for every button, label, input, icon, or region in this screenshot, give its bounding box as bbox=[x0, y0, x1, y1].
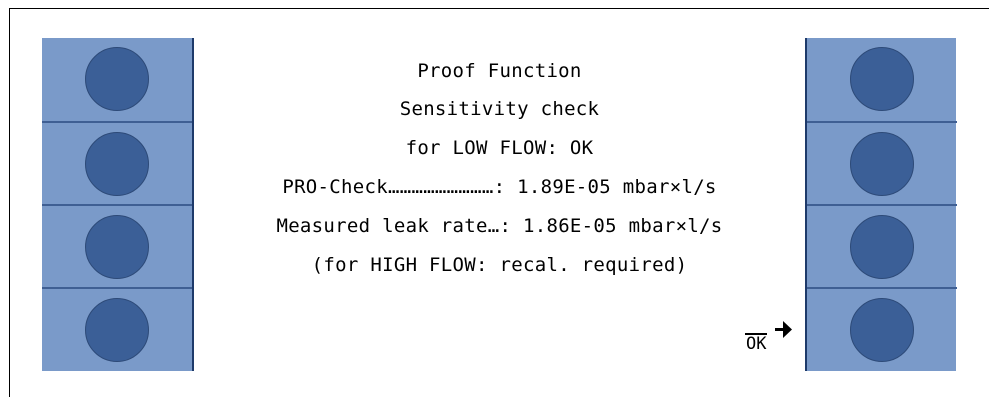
circle-button-icon bbox=[85, 214, 149, 279]
screen-subtitle: Sensitivity check bbox=[399, 98, 600, 120]
left-softkey-3[interactable] bbox=[42, 204, 192, 287]
screen-title: Proof Function bbox=[417, 60, 582, 82]
circle-button-icon bbox=[850, 46, 914, 111]
device-panel: Proof Function Sensitivity check for LOW… bbox=[42, 38, 957, 371]
right-softkey-3[interactable] bbox=[807, 204, 957, 287]
right-softkey-2[interactable] bbox=[807, 121, 957, 204]
circle-button-icon bbox=[85, 131, 149, 196]
arrow-right-icon bbox=[775, 321, 792, 338]
left-softkey-4[interactable] bbox=[42, 287, 192, 370]
high-flow-note: (for HIGH FLOW: recal. required) bbox=[311, 254, 688, 276]
circle-button-icon bbox=[850, 214, 914, 279]
circle-button-icon bbox=[85, 46, 149, 111]
right-softkey-column bbox=[807, 38, 957, 371]
low-flow-status: for LOW FLOW: OK bbox=[405, 137, 594, 159]
circle-button-icon bbox=[850, 131, 914, 196]
measured-leak-rate: Measured leak rate…: 1.86E-05 mbar×l/s bbox=[276, 215, 723, 237]
ok-label: OK bbox=[745, 333, 768, 354]
pro-check-value: PRO-Check………………………: 1.89E-05 mbar×l/s bbox=[282, 176, 717, 198]
right-softkey-4[interactable] bbox=[807, 287, 957, 370]
left-softkey-1[interactable] bbox=[42, 38, 192, 119]
circle-button-icon bbox=[85, 297, 149, 362]
display-screen: Proof Function Sensitivity check for LOW… bbox=[192, 38, 807, 371]
left-softkey-column bbox=[42, 38, 192, 371]
left-softkey-2[interactable] bbox=[42, 121, 192, 204]
right-softkey-1[interactable] bbox=[807, 38, 957, 119]
circle-button-icon bbox=[850, 297, 914, 362]
ok-softkey-label[interactable]: OK bbox=[745, 319, 795, 353]
